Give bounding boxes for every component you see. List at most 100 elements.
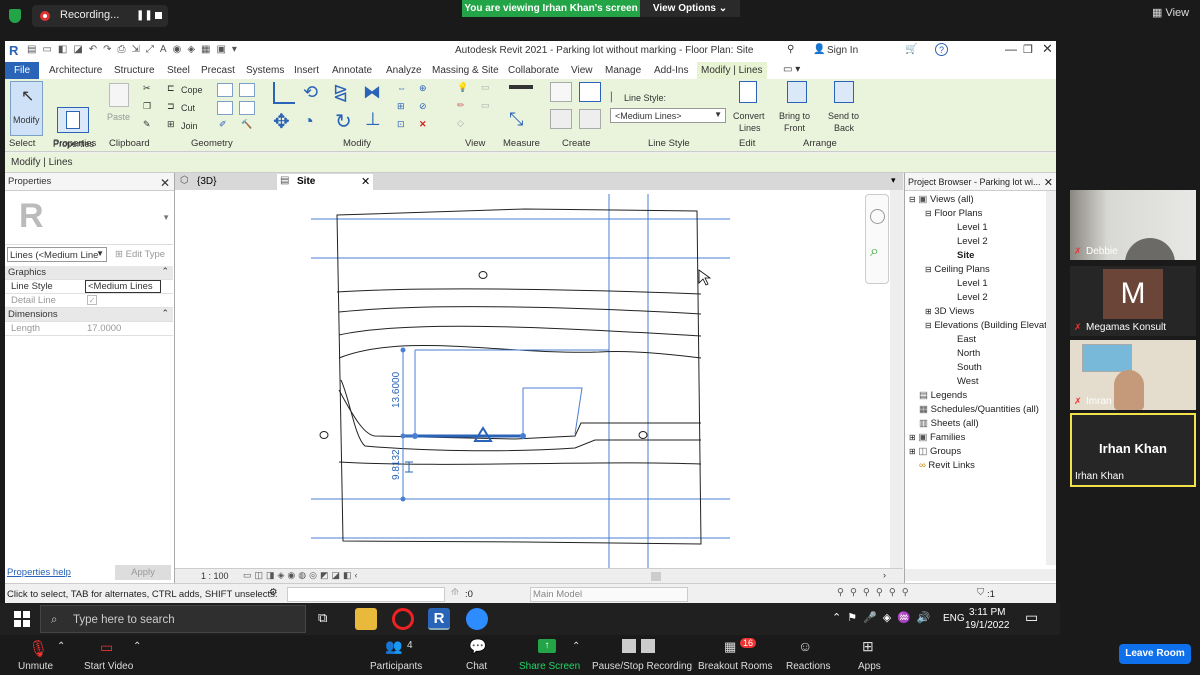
browser-ceiling-level-1[interactable]: Level 1 [957,278,988,289]
send-to-back-icon[interactable] [834,81,854,103]
vertical-scrollbar[interactable] [890,190,902,575]
tab-file[interactable]: File [5,62,39,79]
convert-lines-label-2[interactable]: Lines [739,123,761,133]
browser-h-scrollbar[interactable] [905,569,1056,581]
pause-recording-icon[interactable]: ❚❚ [136,10,153,21]
video-options-chevron-icon[interactable]: ⌃ [133,641,141,652]
quick-access-toolbar[interactable]: ▤▭◧◪↶↷⎙⇲⤢A◉◈▦▣▾ [27,44,243,55]
measure-icon[interactable] [509,85,533,89]
share-options-chevron-icon[interactable]: ⌃ [572,641,580,652]
prop-line-style-value[interactable]: <Medium Lines [85,280,161,293]
browser-schedules[interactable]: ▦ Schedules/Quantities (all) [919,404,1039,415]
geometry-tool-2-icon[interactable] [239,83,255,97]
browser-legends[interactable]: ▤ Legends [919,390,967,401]
audio-options-chevron-icon[interactable]: ⌃ [57,641,65,652]
copy-icon[interactable]: ❐ [143,101,151,112]
cope-icon[interactable]: ⊏ [167,83,175,94]
stop-recording-icon[interactable] [155,12,162,19]
scissors-icon[interactable]: ✂ [143,83,151,94]
tab-insert[interactable]: Insert [294,65,319,76]
join-label[interactable]: Join [181,121,198,131]
browser-revit-links[interactable]: ∞ Revit Links [919,460,975,471]
array-icon[interactable]: ⊞ [397,101,405,112]
properties-tool-button[interactable] [57,107,89,133]
participant-tile-debbie[interactable]: Debbie ✗ [1070,190,1196,260]
geometry-tool-3-icon[interactable] [217,101,233,115]
steering-wheel-icon[interactable] [870,209,885,224]
convert-lines-label-1[interactable]: Convert [733,111,765,121]
user-icon[interactable]: 👤 [813,44,825,55]
tab-architecture[interactable]: Architecture [49,65,102,76]
browser-floor-plans[interactable]: ⊟ Floor Plans [925,208,982,219]
selection-toggles[interactable]: ⚲⚲⚲⚲⚲⚲ [837,587,915,598]
eraser-icon[interactable]: ◇ [457,118,464,129]
rotate-icon[interactable]: ↻ [335,109,352,134]
tab-analyze[interactable]: Analyze [386,65,422,76]
type-selector[interactable]: Lines (<Medium Line ▼ [7,247,107,262]
browser-elev-north[interactable]: North [957,348,980,359]
trim-icon[interactable]: ⊥ [365,109,381,130]
edit-type-button[interactable]: ⊞ Edit Type [115,249,165,260]
tab-add-ins[interactable]: Add-Ins [654,65,688,76]
windows-start-icon[interactable] [14,611,30,627]
tab-collaborate[interactable]: Collaborate [508,65,559,76]
taskbar-search[interactable]: ⌕ Type here to search [40,605,306,633]
participant-tile-irhan[interactable]: Irhan Khan Irhan Khan [1070,413,1196,487]
help-icon[interactable]: ? [935,43,948,56]
unpin-icon[interactable]: ⊘ [419,101,427,112]
geometry-tool-1-icon[interactable] [217,83,233,97]
design-option-dropdown[interactable]: Main Model [530,587,688,602]
lightbulb-icon[interactable]: 💡 [457,82,468,93]
editable-only-icon[interactable]: ⟰ [451,587,459,598]
paste-label[interactable]: Paste [107,112,130,122]
tab-annotate[interactable]: Annotate [332,65,372,76]
notification-icon[interactable]: ▭ [1025,609,1038,626]
match-props-icon[interactable]: ✎ [143,119,151,130]
workset-icon[interactable]: ⚙ [269,587,278,598]
browser-floor-level-1[interactable]: Level 1 [957,222,988,233]
properties-help-link[interactable]: Properties help [7,567,71,578]
tab-3d-view[interactable]: ⬡ {3D} [177,174,273,190]
tabs-menu-icon[interactable]: ▾ [891,175,896,186]
scroll-right-icon[interactable]: › [883,570,886,580]
browser-elev-east[interactable]: East [957,334,976,345]
opera-icon[interactable] [392,608,414,630]
dimension-icon[interactable]: ⤡ [509,109,523,130]
view-button[interactable]: ▦ View [1152,6,1189,19]
browser-sheets[interactable]: ▥ Sheets (all) [919,418,979,429]
create-assembly-icon[interactable] [579,82,601,102]
paint-icon[interactable]: ✐ [219,119,227,130]
filter-icon[interactable]: ⛉ [977,587,984,598]
override-icon[interactable]: ▭ [481,100,490,111]
browser-floor-level-2[interactable]: Level 2 [957,236,988,247]
send-to-back-label-1[interactable]: Send to [828,111,859,121]
sign-in-link[interactable]: Sign In [827,45,858,56]
view-scale[interactable]: 1 : 100 [201,571,229,581]
offset-icon[interactable]: ⟲ [303,82,318,103]
group-select[interactable]: Select [9,138,35,149]
revit-app-icon[interactable]: R [428,608,450,630]
convert-lines-icon[interactable] [739,81,757,103]
split-icon[interactable]: ⇔ [397,83,406,93]
cut-label[interactable]: Cut [181,103,195,113]
binoculars-icon[interactable]: ⚲ [787,44,794,55]
move-icon[interactable]: ✥ [273,109,290,134]
restore-icon[interactable]: ❐ [1023,43,1033,56]
language-indicator[interactable]: ENG [943,613,965,624]
workset-dropdown[interactable] [287,587,445,602]
view-options-button[interactable]: View Options ⌄ [640,0,740,17]
create-similar-icon[interactable] [579,109,601,129]
zoom-icon[interactable]: ⌕ [870,243,879,261]
pin-icon[interactable]: ⊕ [419,83,427,94]
modify-tool-button[interactable]: ↖ Modify [10,81,43,136]
tab-steel[interactable]: Steel [167,65,190,76]
detail-line-checkbox[interactable]: ✓ [87,295,97,305]
ribbon-toggle-icon[interactable]: ▭ ▾ [783,64,800,75]
zoom-app-icon[interactable] [466,608,488,630]
site-plan-drawing[interactable]: 13.6000 9.8132 [175,190,891,575]
cart-icon[interactable]: 🛒 [905,44,917,55]
browser-elev-south[interactable]: South [957,362,982,373]
horizontal-scrollbar-thumb[interactable] [651,572,661,581]
copy-elements-icon[interactable]: ◔ [303,111,314,132]
participant-tile-imran[interactable]: Imran ✗ [1070,340,1196,410]
